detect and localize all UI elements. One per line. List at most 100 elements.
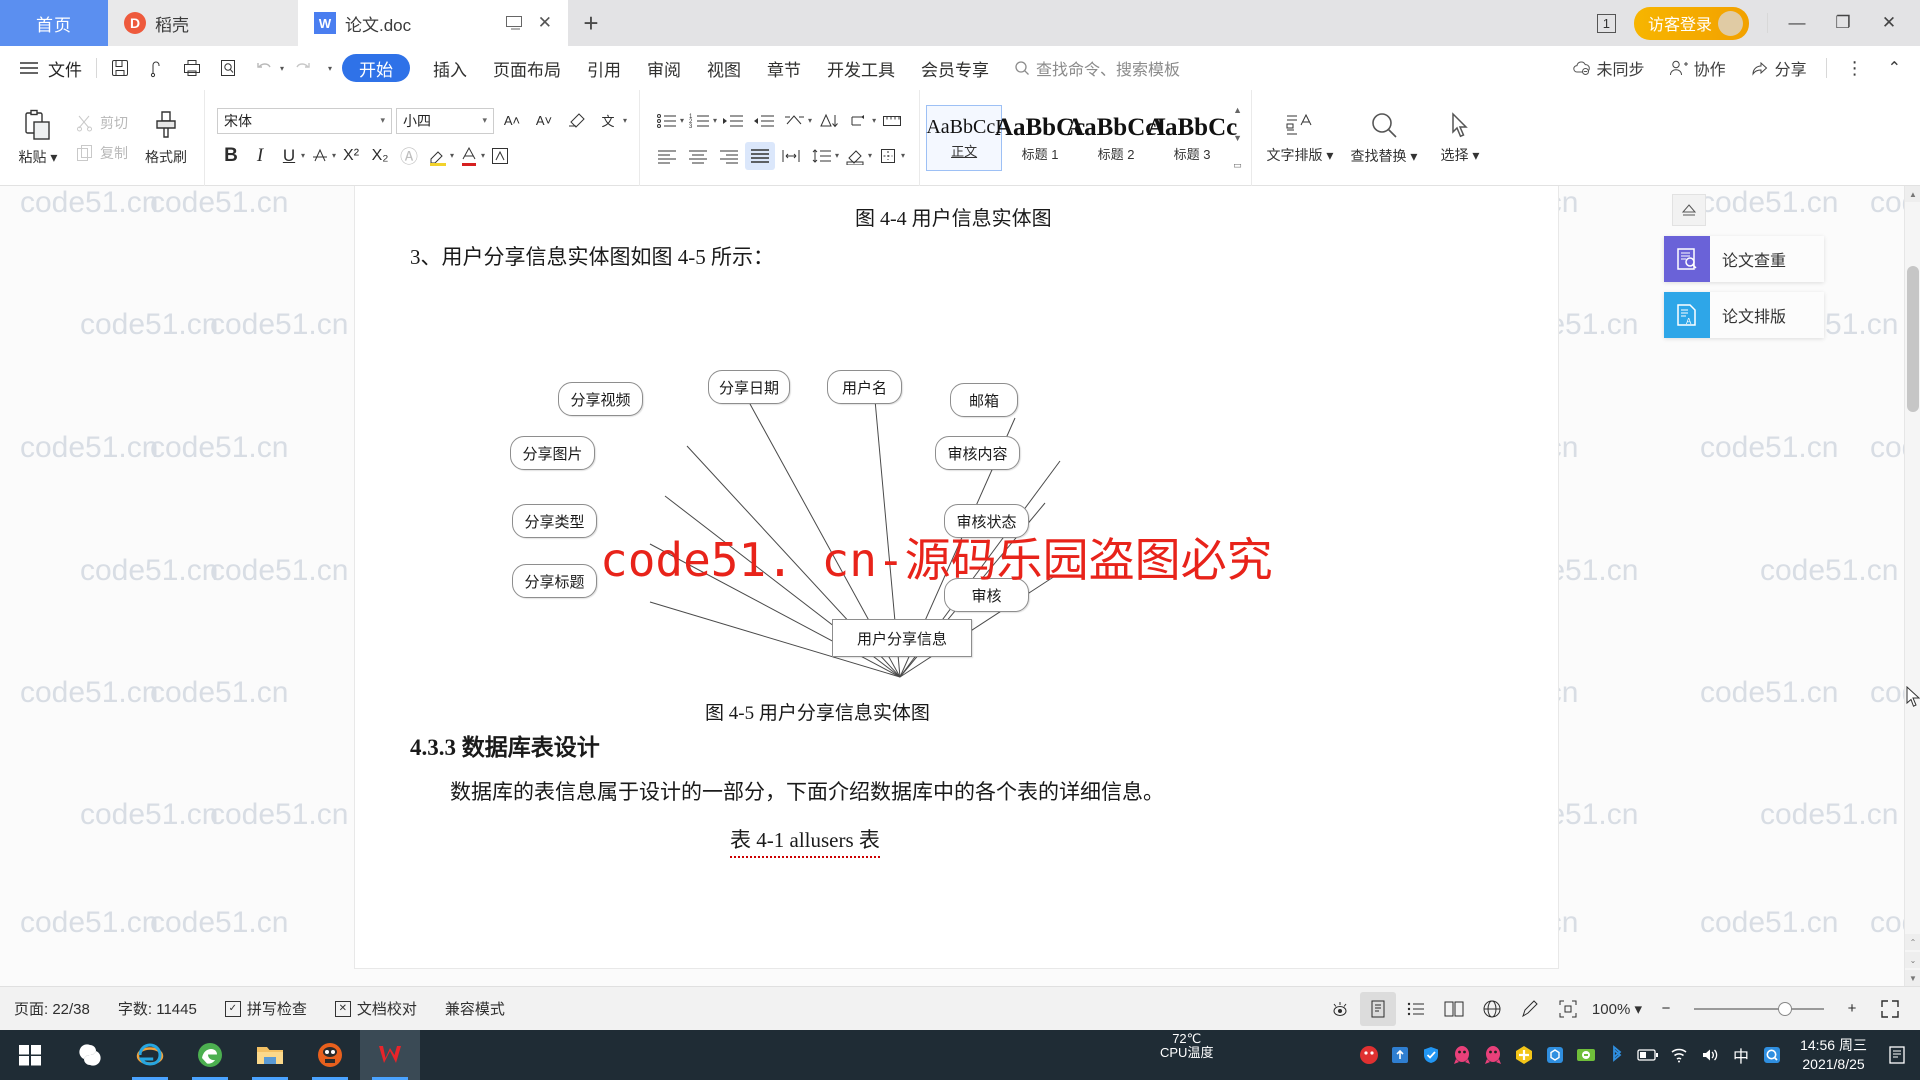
italic-button[interactable]: I xyxy=(246,142,274,170)
underline-dropdown-icon[interactable]: ▾ xyxy=(301,151,305,160)
close-button[interactable]: ✕ xyxy=(1868,3,1910,43)
volume-icon[interactable] xyxy=(1695,1030,1725,1080)
chevron-down-icon[interactable]: ▾ xyxy=(481,151,485,160)
print-preview-icon[interactable] xyxy=(211,51,245,85)
ribbon-tab-references[interactable]: 引用 xyxy=(574,46,634,90)
tab-home[interactable]: 首页 xyxy=(0,0,108,46)
ribbon-tab-start[interactable]: 开始 xyxy=(342,54,411,82)
notification-icon[interactable] xyxy=(1880,1030,1914,1080)
web-layout-icon[interactable] xyxy=(1474,992,1510,1026)
ribbon-tab-page-layout[interactable]: 页面布局 xyxy=(480,46,574,90)
wps-writer-taskbar-icon[interactable] xyxy=(360,1030,420,1080)
scroll-down-icon[interactable]: ▼ xyxy=(1905,970,1920,986)
justify-icon[interactable] xyxy=(745,141,776,170)
tim-icon[interactable] xyxy=(300,1030,360,1080)
print-layout-icon[interactable] xyxy=(1359,991,1396,1026)
text-effects-icon[interactable] xyxy=(486,142,514,170)
spellcheck-status[interactable]: ✓ 拼写检查 xyxy=(211,998,321,1019)
green-sync-icon[interactable] xyxy=(1571,1030,1601,1080)
chevron-down-icon[interactable]: ▾ xyxy=(332,151,336,160)
print-icon[interactable] xyxy=(175,51,209,85)
reading-layout-icon[interactable] xyxy=(1436,992,1472,1026)
more-options-icon[interactable]: ⋮ xyxy=(1837,58,1873,79)
file-explorer-icon[interactable] xyxy=(240,1030,300,1080)
text-layout-button[interactable]: 文字排版 ▾ xyxy=(1258,95,1342,181)
gallery-scroll-up-icon[interactable]: ▲ xyxy=(1233,105,1242,115)
zoom-out-button[interactable]: − xyxy=(1648,992,1684,1026)
new-tab-button[interactable]: + xyxy=(568,0,614,46)
superscript-button[interactable]: X² xyxy=(337,142,365,170)
scrollbar-thumb[interactable] xyxy=(1907,266,1919,412)
outline-icon[interactable] xyxy=(1398,992,1434,1026)
scroll-prev-page-icon[interactable]: ⌃ xyxy=(1905,934,1920,950)
bullet-list-icon[interactable] xyxy=(652,107,682,135)
character-border-icon[interactable]: Ⓐ xyxy=(395,142,423,170)
paper-format-button[interactable]: A 论文排版 xyxy=(1664,292,1824,338)
paste-button[interactable]: 粘贴 ▾ xyxy=(6,95,70,181)
qq2-icon[interactable] xyxy=(1478,1030,1508,1080)
align-center-icon[interactable] xyxy=(683,142,713,170)
align-right-icon[interactable] xyxy=(714,142,744,170)
line-spacing-icon[interactable] xyxy=(807,142,837,170)
show-formatting-marks-icon[interactable] xyxy=(844,107,874,135)
360-icon[interactable] xyxy=(1354,1030,1384,1080)
document-page[interactable]: 图 4-4 用户信息实体图 3、用户分享信息实体图如图 4-5 所示： 分享视频… xyxy=(355,186,1558,968)
chevron-down-icon[interactable]: ▾ xyxy=(623,116,627,125)
file-menu-button[interactable]: 文件 xyxy=(48,56,82,81)
borders-icon[interactable] xyxy=(873,142,903,170)
ink-pen-icon[interactable] xyxy=(1512,992,1548,1026)
collaborate-button[interactable]: 协作 xyxy=(1660,56,1735,80)
tab-daoke[interactable]: D 稻壳 xyxy=(108,0,298,46)
gallery-expand-icon[interactable]: ▭ xyxy=(1233,160,1242,171)
underline-button[interactable]: U xyxy=(275,142,303,170)
q-search-icon[interactable] xyxy=(1757,1030,1787,1080)
font-color-icon[interactable] xyxy=(455,142,483,170)
chevron-down-icon[interactable]: ▾ xyxy=(680,116,684,125)
scroll-next-page-icon[interactable]: ⌄ xyxy=(1905,952,1920,968)
find-replace-button[interactable]: 查找替换 ▾ xyxy=(1342,95,1426,181)
copy-button[interactable]: 复制 xyxy=(70,140,134,166)
tab-document[interactable]: W 论文.doc ✕ xyxy=(298,0,568,46)
decrease-indent-icon[interactable] xyxy=(718,107,748,135)
subscript-button[interactable]: X₂ xyxy=(366,142,394,170)
strikethrough-icon[interactable] xyxy=(306,142,334,170)
increase-indent-icon[interactable] xyxy=(749,107,779,135)
word-count[interactable]: 字数: 11445 xyxy=(104,998,211,1019)
chevron-down-icon[interactable]: ▾ xyxy=(872,116,876,125)
wifi-icon[interactable] xyxy=(1664,1030,1694,1080)
shading-icon[interactable] xyxy=(840,142,870,170)
taskbar-clock[interactable]: 14:56 周三 2021/8/25 xyxy=(1788,1036,1879,1074)
monitor-icon[interactable] xyxy=(505,16,524,30)
gallery-scroll-down-icon[interactable]: ▼ xyxy=(1233,133,1242,143)
proofread-status[interactable]: ✕ 文档校对 xyxy=(321,998,431,1019)
chevron-down-icon[interactable]: ▾ xyxy=(835,151,839,160)
grid-ruler-icon[interactable] xyxy=(877,107,907,135)
highlight-color-icon[interactable] xyxy=(424,142,452,170)
style-body[interactable]: AaBbCcI 正文 xyxy=(926,105,1003,171)
minimize-button[interactable]: — xyxy=(1776,3,1818,43)
clear-format-icon[interactable] xyxy=(562,107,590,135)
sync-status-button[interactable]: 未同步 xyxy=(1563,56,1654,80)
security-upload-icon[interactable] xyxy=(1385,1030,1415,1080)
format-painter-button[interactable]: 格式刷 xyxy=(134,95,198,181)
eye-icon[interactable] xyxy=(1322,992,1358,1026)
maximize-button[interactable]: ❐ xyxy=(1822,3,1864,43)
distribute-icon[interactable] xyxy=(776,142,806,170)
zoom-in-button[interactable]: + xyxy=(1834,992,1870,1026)
ime-chinese-icon[interactable]: 中 xyxy=(1726,1030,1756,1080)
paper-check-button[interactable]: 论文查重 xyxy=(1664,236,1824,282)
share-button[interactable]: 分享 xyxy=(1741,56,1816,80)
select-button[interactable]: 选择 ▾ xyxy=(1426,95,1494,181)
font-family-combo[interactable]: 宋体 ▾ xyxy=(217,107,392,134)
chevron-down-icon[interactable]: ▾ xyxy=(901,151,905,160)
multilevel-list-icon[interactable] xyxy=(780,107,810,135)
cpu-temp-widget[interactable]: 72℃ CPU温度 xyxy=(1160,1031,1213,1061)
bluetooth-icon[interactable] xyxy=(1602,1030,1632,1080)
bold-button[interactable]: B xyxy=(217,142,245,170)
decrease-font-size-icon[interactable]: A˅ xyxy=(530,107,558,135)
align-left-icon[interactable] xyxy=(652,142,682,170)
sort-icon[interactable] xyxy=(813,107,843,135)
doc-count-badge[interactable]: 1 xyxy=(1596,13,1616,33)
font-size-combo[interactable]: 小四 ▾ xyxy=(396,107,494,134)
save-icon[interactable] xyxy=(103,51,137,85)
